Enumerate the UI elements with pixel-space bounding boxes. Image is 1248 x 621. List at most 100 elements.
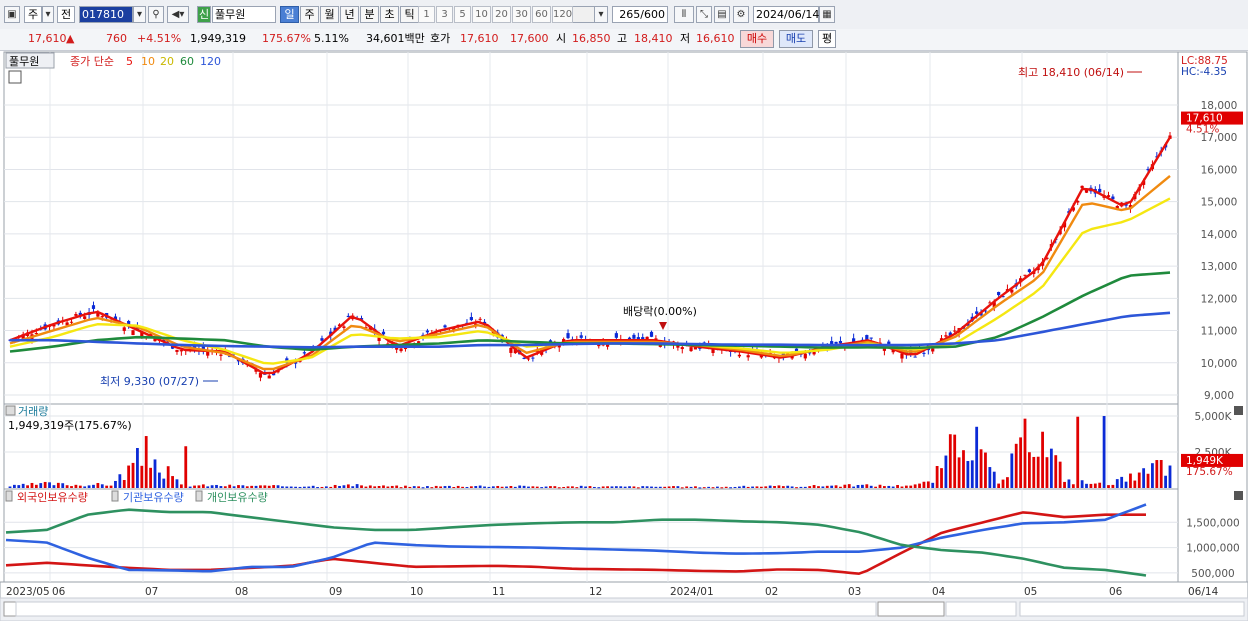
interval-button-1[interactable]: 1 [418,6,435,23]
price-tick-label: 13,000 [1201,261,1238,273]
candle-body [83,316,87,319]
legend-ma10: 10 [141,55,155,68]
prev-button[interactable]: 전 [57,6,75,23]
volume-bar [962,450,965,488]
volume-bar [676,486,680,488]
period-tab-5[interactable]: 초 [380,6,399,23]
legend-ma60: 60 [180,55,194,68]
type-select[interactable]: 주 [24,6,42,23]
gear-icon[interactable]: ⚙ [733,6,749,23]
volume-tick-label: 5,000K [1195,411,1233,423]
x-tick-label: 11 [492,586,505,598]
zoom-slider[interactable] [945,601,1017,617]
candle-body [381,331,386,335]
volume-bar [417,486,421,488]
interval-button-5[interactable]: 5 [454,6,471,23]
candle-body [522,357,526,359]
candle-type-icon[interactable]: ⫴ [674,6,694,23]
volume-bar [96,483,100,488]
volume-bar [65,485,69,488]
buy-button[interactable]: 매수 [740,30,774,48]
interval-button-10[interactable]: 10 [472,6,491,23]
volume-bar [342,485,346,488]
candle-body [680,347,684,350]
volume-bar [30,482,34,488]
change-percent: +4.51% [137,32,182,45]
candle-body [869,337,873,339]
scroll-track[interactable] [15,601,877,617]
layout-icon[interactable]: ▣ [4,6,20,23]
grid-toggle-icon[interactable] [8,70,22,84]
interval-button-30[interactable]: 30 [512,6,531,23]
volume-info: 1,949,319주(175.67%) [8,419,132,432]
code-dropdown-icon[interactable]: ▾ [133,6,146,23]
low-label: 저 [680,32,691,45]
volume-bar [988,467,992,488]
candle-body [219,354,223,356]
playback-controls[interactable] [877,601,945,617]
volume-bar [8,486,12,488]
volume-bar [206,486,210,488]
volume-bar [254,485,258,488]
volume-panel-icon [5,405,16,416]
period-tab-4[interactable]: 분 [360,6,379,23]
volume-bar [984,452,987,488]
volume-bar [307,486,311,488]
volume-bar [232,486,236,488]
speaker-icon[interactable]: ◀▾ [167,6,189,23]
period-tab-1[interactable]: 주 [300,6,319,23]
eval-button[interactable]: 평 [818,30,836,48]
blank-dropdown-icon[interactable]: ▾ [594,6,608,23]
volume-bar [795,487,798,489]
interval-button-120[interactable]: 120 [552,6,573,23]
stock-name-field[interactable]: 풀무원 [212,6,276,23]
change-value: 760 [106,32,127,45]
quote-bar: 17,610 ▲ 760 +4.51% 1,949,319 175.67% 5.… [0,29,1248,51]
volume-bar [518,485,522,488]
draw-tool-icon[interactable]: ⤡ [696,6,712,23]
interval-button-60[interactable]: 60 [532,6,551,23]
legend-prefix: 종가 단순 [70,55,114,68]
search-icon[interactable]: ⚲ [148,6,164,23]
volume-bar [799,486,803,488]
volume-bar [320,486,324,488]
volume-bar [1085,483,1088,488]
scroll-left-button[interactable] [3,601,17,617]
price-tick-label: 12,000 [1201,293,1238,305]
volume-bar [764,486,768,488]
volume-bar [399,487,403,489]
date-field[interactable]: 2024/06/14 [753,6,819,23]
period-tab-0[interactable]: 일 [280,6,299,23]
interval-button-3[interactable]: 3 [436,6,453,23]
volume-panel [3,403,1179,490]
interval-button-20[interactable]: 20 [492,6,511,23]
volume-bar [680,487,684,489]
chevron-down-icon[interactable]: ▾ [42,6,54,23]
volume-bar [140,465,144,488]
volume-bar [729,487,733,489]
volume-bar [1089,483,1093,488]
sell-button[interactable]: 매도 [779,30,813,48]
volume-close-icon[interactable] [1234,406,1243,415]
count-field[interactable]: 265/600 [612,6,668,23]
volume-bar [1155,460,1159,488]
holdings-close-icon[interactable] [1234,491,1243,500]
volume-bar [882,486,886,488]
volume-bar [944,455,948,488]
period-tab-6[interactable]: 틱 [400,6,419,23]
chart-area[interactable]: 18,00017,00016,00015,00014,00013,00012,0… [0,50,1248,621]
volume-bar [21,483,25,488]
volume-bar [136,448,139,488]
volume-bar [478,485,482,488]
period-tab-2[interactable]: 월 [320,6,339,23]
volume-bar [817,486,820,488]
volume-bar [685,486,689,488]
volume-bar [1137,472,1141,488]
code-input[interactable]: 017810 [79,6,133,23]
calendar-icon[interactable]: ▦ [819,6,835,23]
tool-icons[interactable] [1019,601,1245,617]
period-tab-3[interactable]: 년 [340,6,359,23]
holdings-legend-0: 외국인보유수량 [17,491,88,504]
volume-bar [742,485,746,488]
save-icon[interactable]: ▤ [714,6,730,23]
